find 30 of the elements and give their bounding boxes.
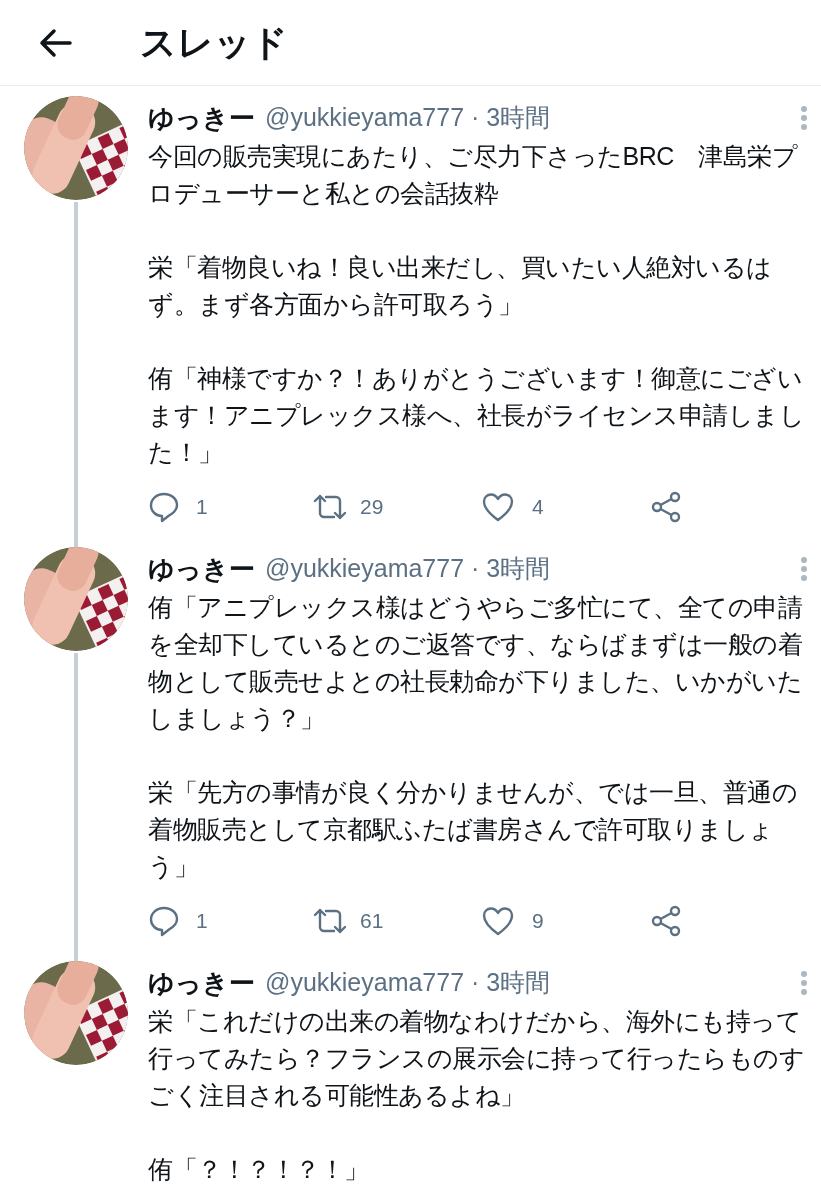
post-text: 侑「アニプレックス様はどうやらご多忙にて、全ての申請を全却下しているとのご返答です、ならばまずは一般の着物として販売せよとの社長勅命が下りました、いかがいたしましょう？」	[148, 592, 803, 734]
reply-icon[interactable]	[148, 905, 180, 937]
user-handle[interactable]: @yukkieyama777	[265, 99, 465, 137]
heart-icon[interactable]	[482, 492, 514, 522]
retweet-count: 29	[360, 494, 384, 521]
post-time: · 3時間	[471, 553, 551, 585]
page-title: スレッド	[140, 24, 288, 61]
post-time: · 3時間	[471, 967, 551, 999]
back-arrow-icon[interactable]	[38, 27, 72, 58]
like-count: 9	[532, 908, 544, 935]
user-name[interactable]: ゆっきー	[148, 963, 255, 1003]
user-handle[interactable]: @yukkieyama777	[265, 550, 465, 588]
reply-count: 1	[196, 908, 208, 935]
post-text: 今回の販売実現にあたり、ご尽力下さったBRC 津島栄プロデューサーと私との会話抜粋	[148, 141, 799, 209]
post-text: 栄「これだけの出来の着物なわけだから、海外にも持って行ってみたら？フランスの展示会に持って行ったらものすごく注目される可能性あるよね」	[148, 1006, 805, 1111]
reply-count: 1	[196, 494, 208, 521]
reply-icon[interactable]	[148, 491, 180, 523]
like-count: 4	[532, 494, 544, 521]
post-time: · 3時間	[471, 102, 551, 134]
retweet-count: 61	[360, 908, 384, 935]
heart-icon[interactable]	[482, 906, 514, 936]
user-name[interactable]: ゆっきー	[148, 549, 255, 589]
user-name[interactable]: ゆっきー	[148, 98, 255, 138]
post-text: 侑「？！？！？！」	[148, 1154, 370, 1185]
post-text: 栄「先方の事情が良く分かりませんが、では一旦、普通の着物販売として京都駅ふたば書房さんで許可取りましょう」	[148, 777, 798, 882]
post-text: 栄「着物良いね！良い出来だし、買いたい人絶対いるはず。まず各方面から許可取ろう」	[148, 252, 773, 320]
user-handle[interactable]: @yukkieyama777	[265, 964, 465, 1002]
share-icon[interactable]	[650, 905, 682, 937]
share-icon[interactable]	[650, 491, 682, 523]
post-text: 侑「神様ですか？！ありがとうございます！御意にございます！アニプレックス様へ、社長がライセンス申請しました！」	[148, 363, 805, 468]
